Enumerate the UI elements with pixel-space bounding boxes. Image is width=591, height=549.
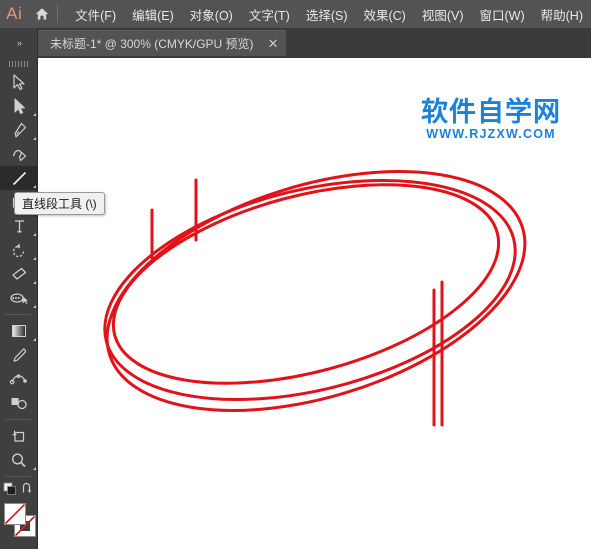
line-segment-tool[interactable] <box>0 166 38 190</box>
document-tab-title: 未标题-1* @ 300% (CMYK/GPU 预览) <box>50 37 254 51</box>
flyout-indicator-icon <box>33 305 36 308</box>
menu-divider <box>57 5 59 23</box>
menu-item-list: 文件(F) 编辑(E) 对象(O) 文字(T) 选择(S) 效果(C) 视图(V… <box>67 1 591 28</box>
fill-stroke-controls <box>0 503 38 549</box>
selection-tool[interactable] <box>0 70 38 94</box>
flyout-indicator-icon <box>33 467 36 470</box>
artboard-tool[interactable] <box>0 424 38 448</box>
eyedropper-tool[interactable] <box>0 343 38 367</box>
toolbar-divider <box>6 476 31 477</box>
artwork-svg <box>103 170 527 427</box>
flyout-indicator-icon <box>33 257 36 260</box>
menu-window[interactable]: 窗口(W) <box>472 1 533 28</box>
shaper-tool[interactable] <box>0 262 38 286</box>
fill-swatch[interactable] <box>4 503 26 525</box>
width-tool[interactable] <box>0 286 38 310</box>
curvature-tool[interactable] <box>0 142 38 166</box>
illustrator-window: Ai 文件(F) 编辑(E) 对象(O) 文字(T) 选择(S) 效果(C) 视… <box>0 0 591 549</box>
gradient-tool[interactable] <box>0 319 38 343</box>
menu-file[interactable]: 文件(F) <box>67 1 124 28</box>
zoom-tool[interactable] <box>0 448 38 472</box>
home-icon[interactable] <box>28 0 55 28</box>
ai-logo-icon: Ai <box>6 4 23 23</box>
tools-panel: » <box>0 28 38 549</box>
toolbar-divider <box>6 314 31 315</box>
ellipse-middle <box>103 178 517 402</box>
menu-edit[interactable]: 编辑(E) <box>124 1 182 28</box>
flyout-indicator-icon <box>33 338 36 341</box>
menu-help[interactable]: 帮助(H) <box>533 1 591 28</box>
shape-builder-tool[interactable] <box>0 391 38 415</box>
tool-tooltip: 直线段工具 (\) <box>14 192 105 215</box>
panel-grip[interactable] <box>0 58 37 70</box>
flyout-indicator-icon <box>33 281 36 284</box>
flyout-indicator-icon <box>33 185 36 188</box>
menu-object[interactable]: 对象(O) <box>182 1 241 28</box>
pen-tool[interactable] <box>0 118 38 142</box>
arrange-icon[interactable] <box>3 482 17 501</box>
none-indicator-icon <box>4 503 26 525</box>
flyout-indicator-icon <box>33 113 36 116</box>
type-tool[interactable] <box>0 214 38 238</box>
blend-tool[interactable] <box>0 367 38 391</box>
canvas-area[interactable]: 软件自学网 WWW.RJZXW.COM <box>38 58 591 549</box>
rotate-tool[interactable] <box>0 238 38 262</box>
swap-fill-stroke-icon[interactable] <box>21 482 34 500</box>
ellipse-outer <box>105 170 527 412</box>
toolbar-divider <box>6 419 31 420</box>
expand-panel-button[interactable]: » <box>0 28 38 58</box>
document-tab-bar: 未标题-1* @ 300% (CMYK/GPU 预览) ✕ <box>0 28 591 58</box>
flyout-indicator-icon <box>33 137 36 140</box>
flyout-indicator-icon <box>33 233 36 236</box>
menu-select[interactable]: 选择(S) <box>298 1 356 28</box>
document-tab[interactable]: 未标题-1* @ 300% (CMYK/GPU 预览) ✕ <box>38 30 287 56</box>
menu-view[interactable]: 视图(V) <box>414 1 472 28</box>
menu-bar: Ai 文件(F) 编辑(E) 对象(O) 文字(T) 选择(S) 效果(C) 视… <box>0 0 591 28</box>
menu-effect[interactable]: 效果(C) <box>355 1 413 28</box>
menu-type[interactable]: 文字(T) <box>241 1 298 28</box>
close-icon[interactable]: ✕ <box>268 37 279 50</box>
direct-selection-tool[interactable] <box>0 94 38 118</box>
